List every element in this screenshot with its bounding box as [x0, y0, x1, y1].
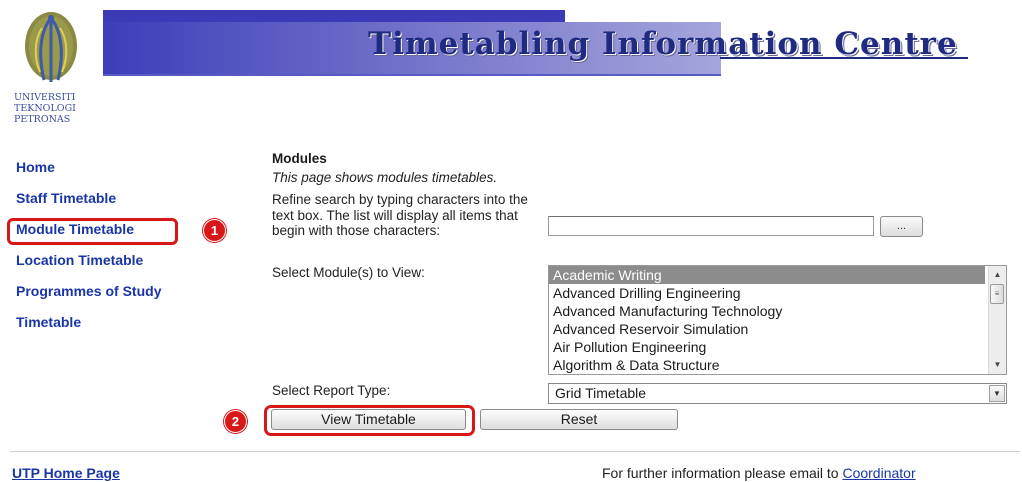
scroll-thumb[interactable]: ≡ [990, 284, 1004, 304]
nav-home[interactable]: Home [16, 158, 161, 189]
nav-location-timetable[interactable]: Location Timetable [16, 251, 161, 282]
annotation-marker-2: 2 [224, 410, 247, 433]
nav-staff-timetable[interactable]: Staff Timetable [16, 189, 161, 220]
title-underline [720, 57, 968, 59]
search-browse-button[interactable]: ... [880, 216, 923, 237]
module-search-input[interactable] [548, 216, 874, 236]
refine-instructions: Refine search by typing characters into … [272, 192, 528, 238]
sidebar-nav: Home Staff Timetable Module Timetable Lo… [16, 158, 161, 344]
report-type-select[interactable]: Grid Timetable ▼ [548, 383, 1007, 404]
logo-line-1: UNIVERSITI [14, 92, 76, 103]
module-listbox[interactable]: Academic Writing Advanced Drilling Engin… [548, 265, 1007, 375]
module-select-label: Select Module(s) to View: [272, 265, 425, 280]
coordinator-link[interactable]: Coordinator [842, 465, 915, 481]
nav-programmes-of-study[interactable]: Programmes of Study [16, 282, 161, 313]
footer-divider [10, 451, 1020, 452]
module-option[interactable]: Advanced Drilling Engineering [549, 284, 985, 302]
footer-note-text: For further information please email to [602, 465, 839, 481]
reset-button[interactable]: Reset [480, 409, 678, 430]
header-band-line [103, 74, 721, 76]
annotation-marker-1: 1 [203, 219, 226, 242]
module-option[interactable]: Academic Writing [549, 266, 985, 284]
scroll-up-icon[interactable]: ▲ [989, 267, 1006, 283]
chevron-down-icon[interactable]: ▼ [989, 385, 1005, 402]
module-option[interactable]: Advanced Manufacturing Technology [549, 302, 985, 320]
module-option[interactable]: Algorithm & Data Structure [549, 356, 985, 374]
annotation-highlight-module-timetable [7, 218, 178, 245]
module-option[interactable]: Air Pollution Engineering [549, 338, 985, 356]
utp-logo: UNIVERSITI TEKNOLOGI PETRONAS [14, 10, 94, 130]
section-heading: Modules [272, 151, 327, 166]
view-timetable-button[interactable]: View Timetable [271, 409, 466, 430]
footer-note: For further information please email to … [602, 465, 916, 481]
utp-emblem-icon [25, 12, 77, 82]
section-description: This page shows modules timetables. [272, 170, 498, 185]
report-type-value: Grid Timetable [555, 385, 647, 401]
logo-text: UNIVERSITI TEKNOLOGI PETRONAS [14, 92, 94, 125]
utp-home-link[interactable]: UTP Home Page [12, 465, 120, 481]
scroll-down-icon[interactable]: ▼ [989, 357, 1006, 373]
logo-line-2: TEKNOLOGI [14, 103, 76, 114]
module-option[interactable]: Advanced Reservoir Simulation [549, 320, 985, 338]
logo-line-3: PETRONAS [14, 114, 71, 125]
report-type-label: Select Report Type: [272, 383, 391, 398]
nav-timetable[interactable]: Timetable [16, 313, 161, 344]
header-band-top [103, 10, 565, 22]
listbox-scrollbar[interactable]: ▲ ≡ ▼ [988, 266, 1006, 374]
